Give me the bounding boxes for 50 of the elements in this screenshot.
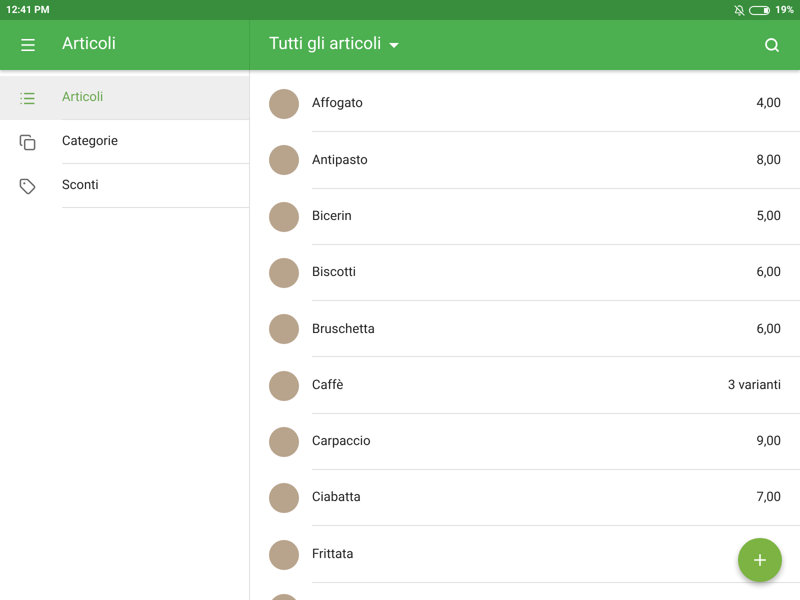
caret-icon — [389, 42, 400, 48]
photo-placeholder — [269, 540, 299, 570]
plus-icon — [751, 551, 769, 569]
stacked-squares-icon — [19, 134, 36, 150]
sidebar-label: Articoli — [62, 89, 104, 108]
battery-percent: 19% — [775, 4, 794, 18]
item-row[interactable]: Affogato 4,00 — [250, 76, 800, 132]
status-time: 12:41 PM — [6, 4, 50, 18]
item-row[interactable]: Biscotti 6,00 — [250, 244, 800, 302]
sidebar-item[interactable]: Categorie — [0, 120, 249, 164]
item-price: 6,00 — [756, 320, 781, 339]
item-row[interactable]: Bruschetta 6,00 — [250, 301, 800, 358]
item-row[interactable]: Carpaccio 9,00 — [250, 414, 800, 470]
photo-placeholder — [269, 202, 299, 232]
item-name: Carpaccio — [312, 433, 370, 452]
photo-placeholder — [269, 89, 299, 120]
item-name: Bicerin — [312, 208, 352, 226]
search-button[interactable] — [764, 37, 780, 53]
app-title: Articoli — [62, 33, 116, 56]
item-row[interactable]: Ciabatta 7,00 — [250, 470, 800, 526]
sidebar-label: Sconti — [62, 177, 99, 196]
item-price: 3 varianti — [728, 376, 781, 395]
item-price: 8,00 — [756, 152, 781, 170]
item-price: 5,00 — [756, 208, 781, 226]
photo-placeholder — [269, 314, 299, 344]
photo-placeholder — [269, 258, 299, 288]
item-name: Frittata — [312, 546, 354, 564]
item-name: Biscotti — [312, 264, 356, 282]
tag-icon — [19, 178, 36, 194]
item-name: Antipasto — [312, 152, 368, 170]
item-name: Affogato — [312, 95, 363, 114]
item-price: 6,00 — [756, 264, 781, 282]
photo-placeholder — [269, 426, 299, 457]
item-row[interactable]: Bicerin 5,00 — [250, 188, 800, 245]
photo-placeholder — [269, 145, 299, 176]
add-button[interactable] — [738, 538, 782, 582]
item-row[interactable]: Antipasto 8,00 — [250, 132, 800, 189]
item-name: Ciabatta — [312, 489, 361, 508]
photo-placeholder — [269, 483, 299, 514]
item-name: Caffè — [312, 376, 344, 395]
item-price: 7,00 — [756, 489, 781, 508]
item-price: 9,00 — [756, 433, 781, 452]
sidebar-label: Categorie — [62, 133, 118, 152]
item-row[interactable]: Caffè 3 varianti — [250, 357, 800, 414]
photo-placeholder — [269, 370, 299, 401]
bell-off-icon — [734, 4, 746, 16]
item-name: Bruschetta — [312, 320, 375, 339]
item-price: 4,00 — [756, 95, 781, 114]
battery-icon — [749, 6, 772, 14]
sidebar-item[interactable]: Sconti — [0, 164, 249, 208]
